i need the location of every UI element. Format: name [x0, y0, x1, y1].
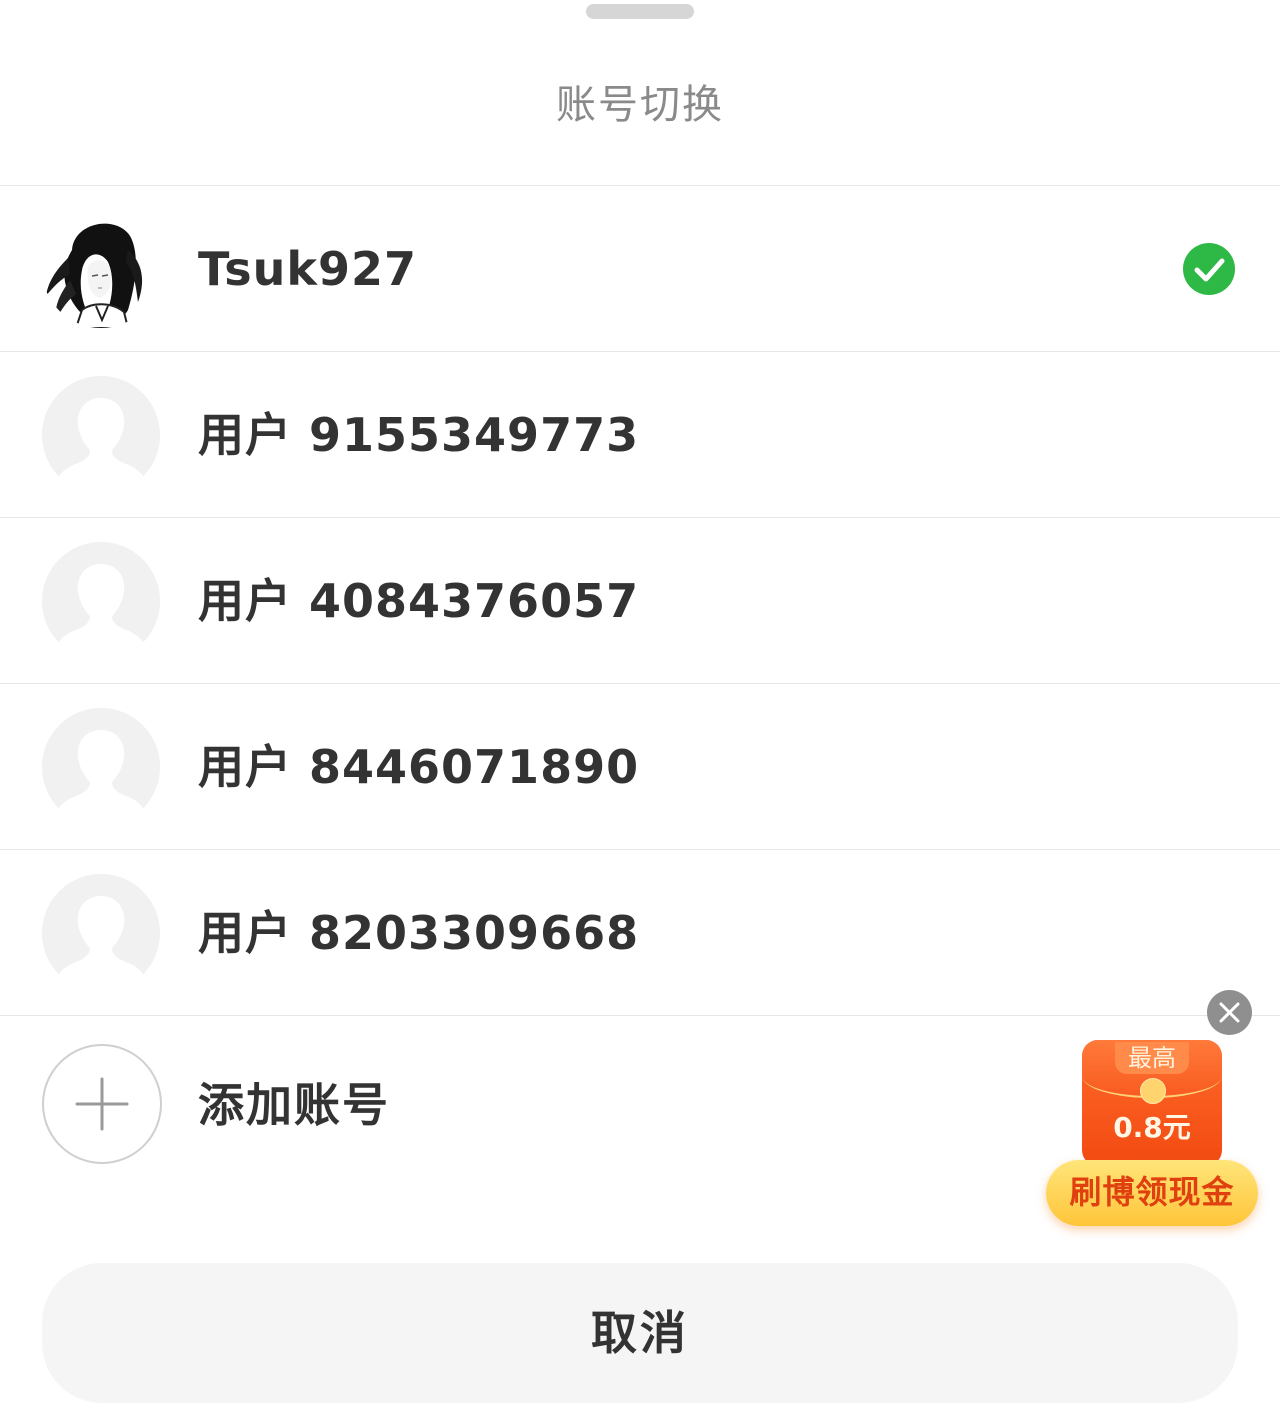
account-row[interactable]: 用户 8446071890	[0, 684, 1280, 850]
avatar	[42, 874, 160, 992]
envelope-seal-icon	[1140, 1078, 1166, 1104]
promo-cta-button[interactable]: 刷博领现金	[1046, 1160, 1258, 1226]
promo-amount: 0.8元	[1113, 1111, 1191, 1144]
account-row-current[interactable]: Tsuk927	[0, 186, 1280, 352]
promo-badge: 最高	[1115, 1042, 1189, 1074]
avatar	[42, 542, 160, 660]
selected-check-icon	[1183, 243, 1235, 295]
anime-portrait-icon	[42, 210, 160, 328]
plus-icon	[42, 1044, 162, 1164]
default-avatar-icon	[42, 708, 160, 826]
account-switch-sheet: 账号切换 Tsuk927 用户 9155349773 用户 4084376057…	[0, 0, 1280, 1403]
cancel-button[interactable]: 取消	[42, 1263, 1238, 1403]
sheet-title: 账号切换	[556, 82, 724, 128]
cancel-label: 取消	[591, 1306, 689, 1360]
account-name: Tsuk927	[198, 242, 418, 296]
account-list: Tsuk927 用户 9155349773 用户 4084376057 用户 8…	[0, 185, 1280, 1016]
avatar	[42, 376, 160, 494]
account-name: 用户 4084376057	[198, 574, 640, 628]
red-envelope[interactable]: 最高 0.8元	[1082, 1040, 1222, 1166]
avatar	[42, 708, 160, 826]
account-name: 用户 9155349773	[198, 408, 640, 462]
add-account-label: 添加账号	[198, 1078, 390, 1132]
account-name: 用户 8446071890	[198, 740, 640, 794]
default-avatar-icon	[42, 542, 160, 660]
close-icon[interactable]	[1207, 990, 1252, 1035]
promo-cta-label: 刷博领现金	[1069, 1173, 1235, 1211]
account-name: 用户 8203309668	[198, 906, 640, 960]
default-avatar-icon	[42, 376, 160, 494]
default-avatar-icon	[42, 874, 160, 992]
red-envelope-promo: 最高 0.8元 刷博领现金	[1040, 988, 1270, 1238]
account-row[interactable]: 用户 4084376057	[0, 518, 1280, 684]
avatar	[42, 210, 160, 328]
sheet-grabber[interactable]	[586, 4, 694, 19]
account-row[interactable]: 用户 9155349773	[0, 352, 1280, 518]
